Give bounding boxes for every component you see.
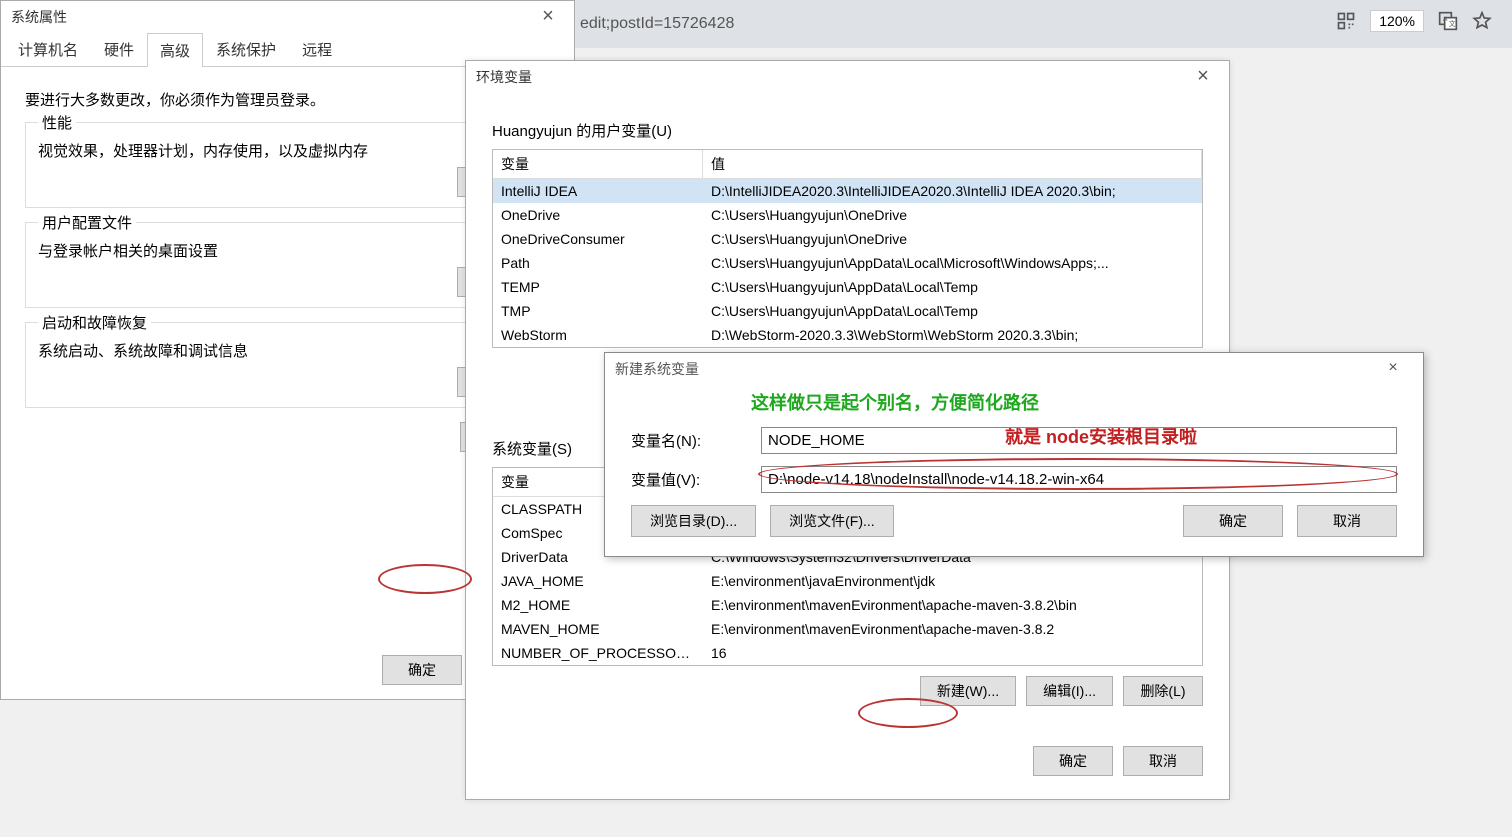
var-value: E:\environment\mavenEvironment\apache-ma…: [703, 619, 1202, 639]
var-value: E:\environment\javaEnvironment\jdk: [703, 571, 1202, 591]
table-row[interactable]: WebStormD:\WebStorm-2020.3.3\WebStorm\We…: [493, 323, 1202, 347]
col-header-value[interactable]: 值: [703, 150, 1202, 178]
star-icon[interactable]: [1472, 11, 1492, 31]
new-sysvar-button[interactable]: 新建(W)...: [920, 676, 1016, 706]
url-fragment: edit;postId=15726428: [580, 15, 734, 33]
table-row[interactable]: OneDriveC:\Users\Huangyujun\OneDrive: [493, 203, 1202, 227]
close-icon[interactable]: ×: [1183, 65, 1223, 88]
env-cancel-button[interactable]: 取消: [1123, 746, 1203, 776]
var-name: TEMP: [493, 277, 703, 297]
var-value: C:\Users\Huangyujun\OneDrive: [703, 229, 1202, 249]
var-name: MAVEN_HOME: [493, 619, 703, 639]
table-row[interactable]: NUMBER_OF_PROCESSORS16: [493, 641, 1202, 665]
new-system-variable-dialog: 新建系统变量 × 这样做只是起个别名，方便简化路径 就是 node安装根目录啦 …: [604, 352, 1424, 557]
var-name-label: 变量名(N):: [631, 430, 761, 451]
var-value: C:\Users\Huangyujun\AppData\Local\Temp: [703, 301, 1202, 321]
user-vars-section-title: Huangyujun 的用户变量(U): [492, 120, 1203, 141]
tab-advanced[interactable]: 高级: [147, 33, 203, 67]
svg-text:文: 文: [1449, 19, 1456, 28]
table-row[interactable]: TEMPC:\Users\Huangyujun\AppData\Local\Te…: [493, 275, 1202, 299]
var-value: C:\Users\Huangyujun\OneDrive: [703, 205, 1202, 225]
var-value: C:\Users\Huangyujun\AppData\Local\Micros…: [703, 253, 1202, 273]
var-name: NUMBER_OF_PROCESSORS: [493, 643, 703, 663]
col-header-variable[interactable]: 变量: [493, 150, 703, 178]
delete-sysvar-button[interactable]: 删除(L): [1123, 676, 1203, 706]
translate-icon[interactable]: A文: [1438, 11, 1458, 31]
edit-sysvar-button[interactable]: 编辑(I)...: [1026, 676, 1113, 706]
table-row[interactable]: PathC:\Users\Huangyujun\AppData\Local\Mi…: [493, 251, 1202, 275]
var-name: Path: [493, 253, 703, 273]
var-name-input[interactable]: NODE_HOME: [761, 427, 1397, 454]
tab-system-protection[interactable]: 系统保护: [203, 32, 289, 66]
newvar-title: 新建系统变量: [615, 359, 699, 379]
newvar-ok-button[interactable]: 确定: [1183, 505, 1283, 537]
var-name: OneDriveConsumer: [493, 229, 703, 249]
table-row[interactable]: TMPC:\Users\Huangyujun\AppData\Local\Tem…: [493, 299, 1202, 323]
tab-hardware[interactable]: 硬件: [91, 32, 147, 66]
var-name: WebStorm: [493, 325, 703, 345]
browse-file-button[interactable]: 浏览文件(F)...: [770, 505, 894, 537]
var-value: E:\environment\mavenEvironment\apache-ma…: [703, 595, 1202, 615]
table-row[interactable]: IntelliJ IDEAD:\IntelliJIDEA2020.3\Intel…: [493, 179, 1202, 203]
group-user-profiles-desc: 与登录帐户相关的桌面设置: [38, 240, 537, 261]
var-name: IntelliJ IDEA: [493, 181, 703, 201]
table-row[interactable]: OneDriveConsumerC:\Users\Huangyujun\OneD…: [493, 227, 1202, 251]
close-icon[interactable]: ×: [528, 5, 568, 28]
var-value: C:\Users\Huangyujun\AppData\Local\Temp: [703, 277, 1202, 297]
group-startup-recovery-desc: 系统启动、系统故障和调试信息: [38, 340, 537, 361]
group-performance-desc: 视觉效果，处理器计划，内存使用，以及虚拟内存: [38, 140, 537, 161]
group-startup-recovery-title: 启动和故障恢复: [38, 312, 151, 333]
var-value: 16: [703, 643, 1202, 663]
var-name: JAVA_HOME: [493, 571, 703, 591]
group-user-profiles-title: 用户配置文件: [38, 212, 136, 233]
annotation-green: 这样做只是起个别名，方便简化路径: [751, 389, 1397, 415]
tab-computer-name[interactable]: 计算机名: [5, 32, 91, 66]
table-row[interactable]: M2_HOMEE:\environment\mavenEvironment\ap…: [493, 593, 1202, 617]
svg-text:A: A: [1443, 16, 1448, 23]
table-row[interactable]: MAVEN_HOMEE:\environment\mavenEvironment…: [493, 617, 1202, 641]
var-name: M2_HOME: [493, 595, 703, 615]
tab-remote[interactable]: 远程: [289, 32, 345, 66]
var-value-input[interactable]: D:\node-v14.18\nodeInstall\node-v14.18.2…: [761, 466, 1397, 493]
user-vars-table: 变量 值 IntelliJ IDEAD:\IntelliJIDEA2020.3\…: [492, 149, 1203, 348]
env-title: 环境变量: [476, 67, 532, 87]
env-ok-button[interactable]: 确定: [1033, 746, 1113, 776]
var-name: OneDrive: [493, 205, 703, 225]
group-performance-title: 性能: [38, 112, 76, 133]
sysprop-ok-button[interactable]: 确定: [382, 655, 462, 685]
newvar-cancel-button[interactable]: 取消: [1297, 505, 1397, 537]
zoom-level[interactable]: 120%: [1370, 10, 1424, 32]
var-value: D:\IntelliJIDEA2020.3\IntelliJIDEA2020.3…: [703, 181, 1202, 201]
var-name: TMP: [493, 301, 703, 321]
browse-directory-button[interactable]: 浏览目录(D)...: [631, 505, 756, 537]
close-icon[interactable]: ×: [1373, 359, 1413, 379]
qr-icon[interactable]: [1336, 11, 1356, 31]
sysprop-title: 系统属性: [11, 7, 67, 27]
var-value: D:\WebStorm-2020.3.3\WebStorm\WebStorm 2…: [703, 325, 1202, 345]
table-row[interactable]: JAVA_HOMEE:\environment\javaEnvironment\…: [493, 569, 1202, 593]
var-value-label: 变量值(V):: [631, 469, 761, 490]
